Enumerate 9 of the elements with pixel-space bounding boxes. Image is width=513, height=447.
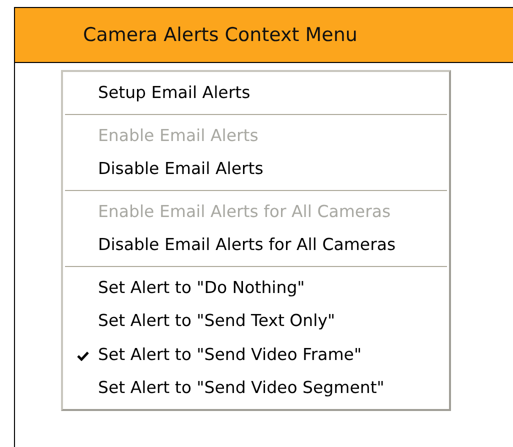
- menu-item[interactable]: Set Alert to "Send Video Frame": [63, 338, 449, 371]
- header-title: Camera Alerts Context Menu: [83, 24, 358, 46]
- menu-item[interactable]: Disable Email Alerts: [63, 152, 449, 186]
- checkmark-icon: [77, 350, 89, 360]
- menu-item[interactable]: Disable Email Alerts for All Cameras: [63, 228, 449, 262]
- menu-item[interactable]: Setup Email Alerts: [63, 76, 449, 110]
- menu-item[interactable]: Set Alert to "Send Text Only": [63, 304, 449, 338]
- menu-item[interactable]: Set Alert to "Do Nothing": [63, 270, 449, 304]
- menu-item[interactable]: Set Alert to "Send Video Segment": [63, 371, 449, 404]
